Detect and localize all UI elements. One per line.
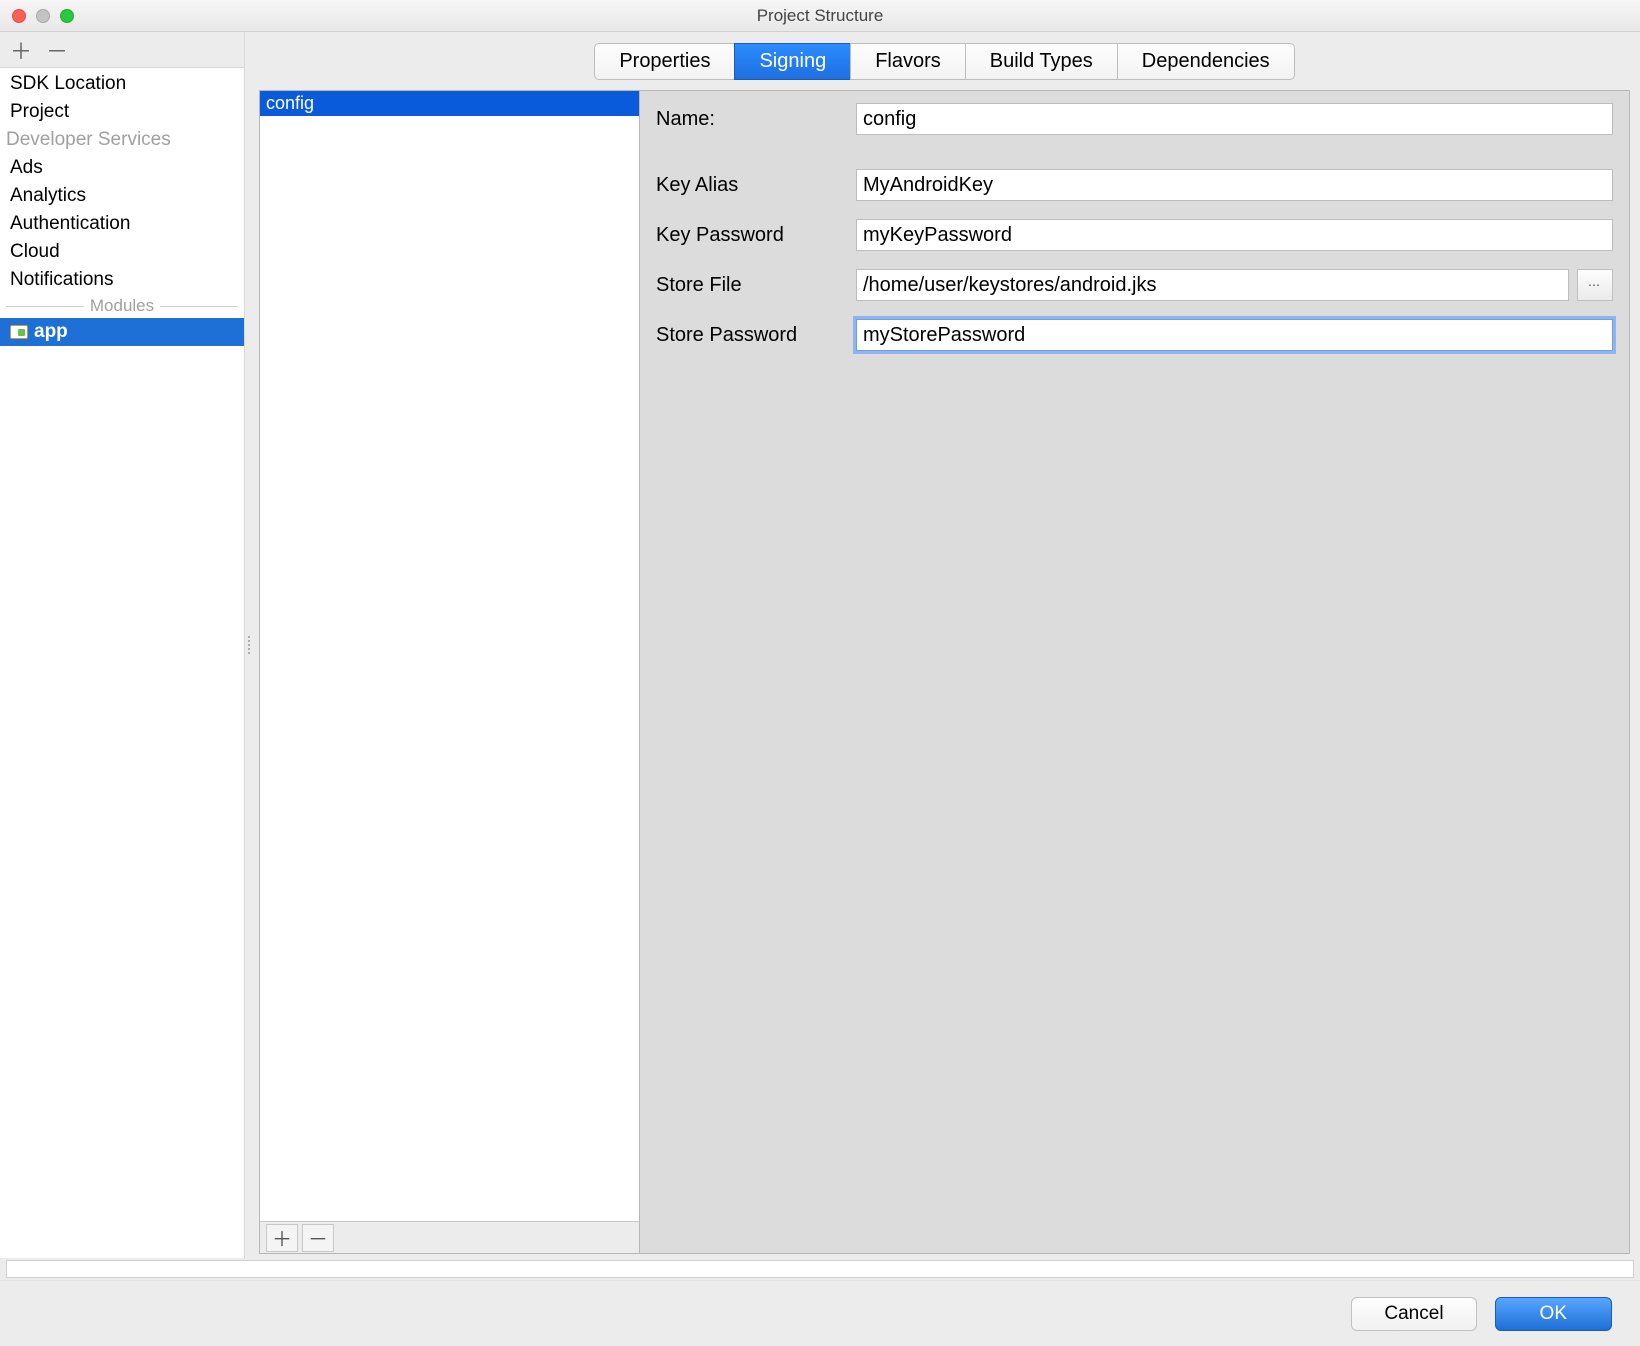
key-password-label: Key Password: [656, 224, 856, 247]
window-title: Project Structure: [0, 6, 1640, 26]
add-config-button[interactable]: ＋: [266, 1224, 298, 1252]
module-icon: [10, 325, 28, 339]
ellipsis-icon: ⋯: [1588, 278, 1602, 292]
remove-config-button[interactable]: －: [302, 1224, 334, 1252]
signing-form: Name: Key Alias Key Password Store File: [640, 91, 1629, 1253]
store-password-field[interactable]: [856, 319, 1613, 351]
config-list-column: config ＋ －: [260, 91, 640, 1253]
sidebar-module-label: app: [34, 321, 68, 343]
config-list-item[interactable]: config: [260, 91, 639, 116]
tab-flavors[interactable]: Flavors: [850, 43, 965, 80]
segmented-tabs: Properties Signing Flavors Build Types D…: [594, 43, 1294, 80]
sidebar-toolbar: ＋ －: [0, 32, 244, 68]
tabbar: Properties Signing Flavors Build Types D…: [259, 32, 1630, 90]
dialog-footer: Cancel OK: [0, 1280, 1640, 1346]
remove-module-button[interactable]: －: [46, 34, 68, 66]
tab-signing[interactable]: Signing: [734, 43, 850, 80]
browse-store-file-button[interactable]: ⋯: [1577, 269, 1613, 301]
name-field[interactable]: [856, 103, 1613, 135]
sidebar-list[interactable]: SDK Location Project Developer Services …: [0, 68, 244, 1258]
sidebar-group-developer-services: Developer Services: [0, 126, 244, 154]
name-label: Name:: [656, 108, 856, 131]
window-controls: [0, 9, 74, 23]
tab-build-types[interactable]: Build Types: [965, 43, 1117, 80]
window-minimize-button[interactable]: [36, 9, 50, 23]
sidebar-item-ads[interactable]: Ads: [0, 154, 244, 182]
add-module-button[interactable]: ＋: [10, 34, 32, 66]
status-strip: [6, 1260, 1634, 1278]
key-alias-field[interactable]: [856, 169, 1613, 201]
window-zoom-button[interactable]: [60, 9, 74, 23]
window-close-button[interactable]: [12, 9, 26, 23]
key-alias-label: Key Alias: [656, 174, 856, 197]
store-password-label: Store Password: [656, 324, 856, 347]
splitter-handle[interactable]: [245, 630, 253, 660]
config-list[interactable]: config: [260, 91, 639, 1221]
store-file-field[interactable]: [856, 269, 1569, 301]
tab-properties[interactable]: Properties: [594, 43, 734, 80]
sidebar-modules-label: Modules: [90, 296, 154, 316]
sidebar-item-analytics[interactable]: Analytics: [0, 182, 244, 210]
sidebar-item-notifications[interactable]: Notifications: [0, 266, 244, 294]
ok-button[interactable]: OK: [1495, 1297, 1612, 1331]
sidebar: ＋ － SDK Location Project Developer Servi…: [0, 32, 245, 1258]
cancel-button[interactable]: Cancel: [1351, 1297, 1476, 1331]
tab-dependencies[interactable]: Dependencies: [1117, 43, 1295, 80]
store-file-label: Store File: [656, 274, 856, 297]
sidebar-modules-separator: Modules: [0, 294, 244, 318]
config-toolbar: ＋ －: [260, 1221, 639, 1253]
sidebar-module-app[interactable]: app: [0, 318, 244, 346]
detail-container: config ＋ － Name: Key Alias: [259, 90, 1630, 1254]
key-password-field[interactable]: [856, 219, 1613, 251]
main-panel: Properties Signing Flavors Build Types D…: [245, 32, 1640, 1258]
sidebar-item-project[interactable]: Project: [0, 98, 244, 126]
sidebar-item-authentication[interactable]: Authentication: [0, 210, 244, 238]
titlebar: Project Structure: [0, 0, 1640, 32]
sidebar-item-sdk-location[interactable]: SDK Location: [0, 70, 244, 98]
sidebar-item-cloud[interactable]: Cloud: [0, 238, 244, 266]
